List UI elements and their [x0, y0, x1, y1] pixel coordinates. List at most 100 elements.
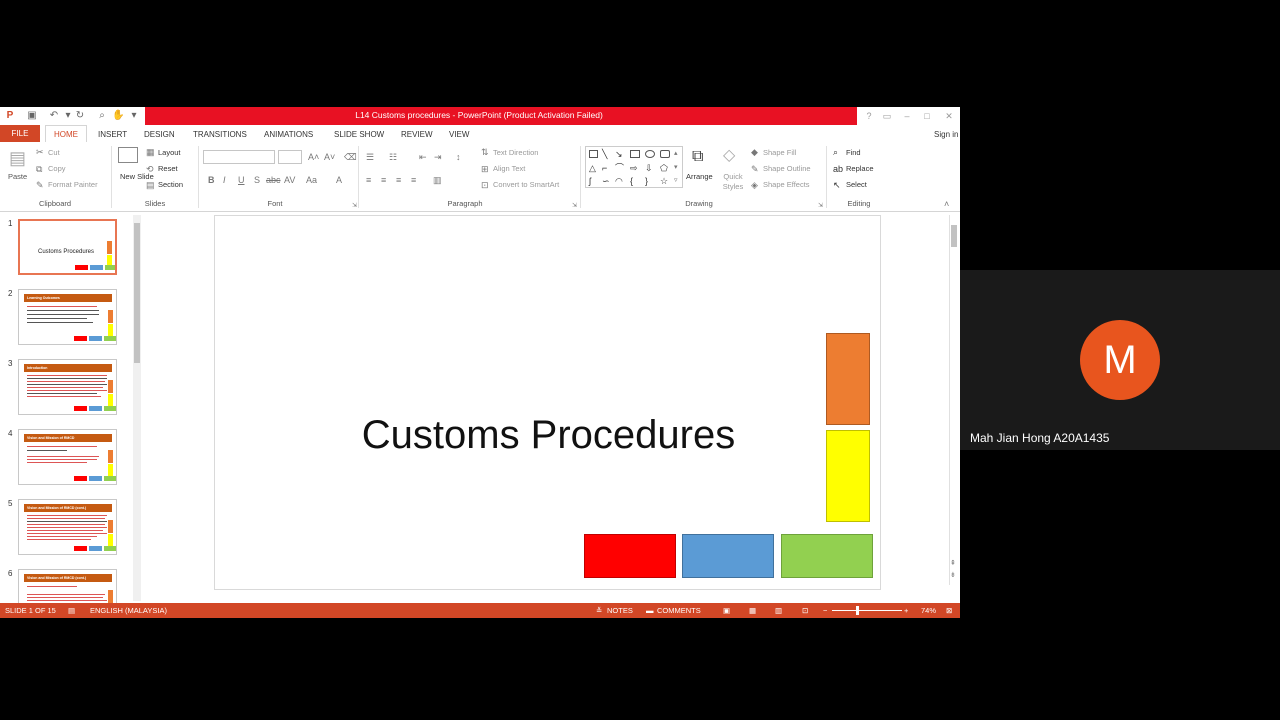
underline-icon[interactable]: U	[238, 175, 245, 185]
freeform-shape-icon[interactable]: ⬠	[660, 163, 668, 173]
numbering-icon[interactable]: ☷	[389, 152, 397, 162]
tab-review[interactable]: REVIEW	[401, 127, 433, 142]
font-name-box[interactable]	[203, 150, 275, 164]
paste-button[interactable]: Paste	[8, 172, 27, 181]
replace-button[interactable]: Replace	[846, 164, 874, 173]
shape-outline-button[interactable]: Shape Outline	[763, 164, 811, 173]
tab-home[interactable]: HOME	[45, 125, 87, 142]
drawing-dialog-launcher-icon[interactable]: ⇲	[818, 201, 823, 211]
redo-icon[interactable]: ↻	[74, 109, 86, 122]
sign-in-link[interactable]: Sign in	[934, 127, 958, 142]
touch-mode-icon[interactable]: ✋	[112, 109, 124, 122]
right-arrow-shape-icon[interactable]: ⇨	[630, 163, 638, 173]
slide-thumbnail-4[interactable]: Vision and Mission of RMCD	[18, 429, 117, 485]
next-slide-icon[interactable]: ⇟	[950, 571, 956, 581]
strikethrough-icon[interactable]: abc	[266, 175, 281, 185]
thumbnails-scroll-thumb[interactable]	[134, 223, 140, 363]
gallery-up-icon[interactable]: ▴	[674, 149, 678, 159]
tab-animations[interactable]: ANIMATIONS	[264, 127, 313, 142]
center-icon[interactable]: ≡	[381, 175, 386, 185]
clear-formatting-icon[interactable]: ⌫	[344, 152, 357, 162]
comments-button[interactable]: COMMENTS	[657, 605, 701, 616]
slide-title[interactable]: Customs Procedures	[215, 413, 882, 458]
shape-fill-button[interactable]: Shape Fill	[763, 148, 796, 157]
italic-icon[interactable]: I	[223, 175, 226, 185]
zoom-in-icon[interactable]: +	[904, 605, 908, 616]
align-text-button[interactable]: Align Text	[493, 164, 525, 173]
line-shape-icon[interactable]: ╲	[602, 149, 607, 159]
curve-connector-icon[interactable]: ⌒	[615, 163, 624, 173]
tab-file[interactable]: FILE	[0, 125, 40, 142]
slide-thumbnail-1[interactable]: Customs Procedures	[18, 219, 117, 275]
quick-styles-button[interactable]: Quick Styles	[718, 172, 748, 192]
yellow-rectangle[interactable]	[826, 430, 870, 522]
section-button[interactable]: Section	[158, 180, 183, 189]
customize-qat-icon[interactable]: ▾	[128, 109, 140, 122]
grow-font-icon[interactable]: A˄	[308, 152, 319, 162]
scribble-shape-icon[interactable]: ʃ	[589, 176, 591, 186]
format-painter-button[interactable]: Format Painter	[48, 180, 98, 189]
shape-effects-button[interactable]: Shape Effects	[763, 180, 810, 189]
red-rectangle[interactable]	[584, 534, 676, 578]
slide-sorter-icon[interactable]: ▦	[749, 605, 756, 616]
undo-dropdown-icon[interactable]: ▾	[62, 109, 74, 122]
shapes-gallery[interactable]: ╲ ↘ △ ⌐ ⌒ ⇨ ⇩ ⬠ ʃ ∽ ◠ { } ☆ ▴ ▾ ▿	[585, 146, 683, 188]
arrow-shape-icon[interactable]: ↘	[615, 149, 623, 159]
reading-view-icon[interactable]: ▥	[775, 605, 782, 616]
zoom-slider[interactable]	[832, 610, 902, 611]
align-left-icon[interactable]: ≡	[366, 175, 371, 185]
spell-check-icon[interactable]: ▤	[68, 605, 75, 616]
font-color-icon[interactable]: A	[336, 175, 342, 185]
font-size-box[interactable]	[278, 150, 302, 164]
collapse-ribbon-icon[interactable]: ˄	[944, 199, 949, 209]
tab-view[interactable]: VIEW	[449, 127, 469, 142]
tab-design[interactable]: DESIGN	[144, 127, 175, 142]
change-case-icon[interactable]: Aa	[306, 175, 317, 185]
save-icon[interactable]: ▣	[26, 109, 38, 122]
shadow-icon[interactable]: S	[254, 175, 260, 185]
new-slide-icon[interactable]	[118, 147, 138, 163]
cut-button[interactable]: Cut	[48, 148, 60, 157]
left-brace-shape-icon[interactable]: {	[630, 176, 633, 186]
decrease-indent-icon[interactable]: ⇤	[419, 152, 427, 162]
justify-icon[interactable]: ≡	[411, 175, 416, 185]
slide-thumbnail-6[interactable]: Vision and Mission of RMCD (cont.)	[18, 569, 117, 603]
gallery-more-icon[interactable]: ▿	[674, 176, 678, 186]
notes-button[interactable]: NOTES	[607, 605, 633, 616]
slide-thumbnail-2[interactable]: Learning Outcomes	[18, 289, 117, 345]
convert-smartart-button[interactable]: Convert to SmartArt	[493, 180, 559, 189]
arrange-button[interactable]: Arrange	[686, 172, 713, 181]
slide-canvas[interactable]: Customs Procedures	[214, 215, 881, 590]
green-rectangle[interactable]	[781, 534, 873, 578]
zoom-level[interactable]: 74%	[921, 605, 936, 616]
char-spacing-icon[interactable]: AV	[284, 175, 295, 185]
bullets-icon[interactable]: ☰	[366, 152, 374, 162]
start-from-beginning-icon[interactable]: ⌕	[96, 109, 108, 122]
find-button[interactable]: Find	[846, 148, 861, 157]
fit-to-window-icon[interactable]: ⊠	[946, 605, 952, 616]
select-button[interactable]: Select	[846, 180, 867, 189]
bold-icon[interactable]: B	[208, 175, 215, 185]
slide-show-icon[interactable]: ⊡	[802, 605, 808, 616]
triangle-shape-icon[interactable]: △	[589, 163, 596, 173]
rectangle-shape-icon[interactable]	[630, 150, 640, 158]
right-brace-shape-icon[interactable]: }	[645, 176, 648, 186]
thumbnails-scrollbar[interactable]	[133, 215, 141, 601]
copy-button[interactable]: Copy	[48, 164, 66, 173]
reset-button[interactable]: Reset	[158, 164, 178, 173]
shrink-font-icon[interactable]: A˅	[324, 152, 335, 162]
textbox-shape-icon[interactable]	[589, 150, 598, 158]
layout-button[interactable]: Layout	[158, 148, 181, 157]
tab-slide-show[interactable]: SLIDE SHOW	[334, 127, 384, 142]
star-shape-icon[interactable]: ☆	[660, 176, 668, 186]
tab-transitions[interactable]: TRANSITIONS	[193, 127, 247, 142]
paragraph-dialog-launcher-icon[interactable]: ⇲	[572, 201, 577, 211]
columns-icon[interactable]: ▥	[433, 175, 442, 185]
arc-shape-icon[interactable]: ◠	[615, 176, 623, 186]
help-icon[interactable]: ?	[862, 109, 876, 123]
curve-shape-icon[interactable]: ∽	[602, 176, 610, 186]
normal-view-icon[interactable]: ▣	[723, 605, 730, 616]
maximize-icon[interactable]: □	[920, 109, 934, 123]
text-direction-button[interactable]: Text Direction	[493, 148, 538, 157]
down-arrow-shape-icon[interactable]: ⇩	[645, 163, 653, 173]
